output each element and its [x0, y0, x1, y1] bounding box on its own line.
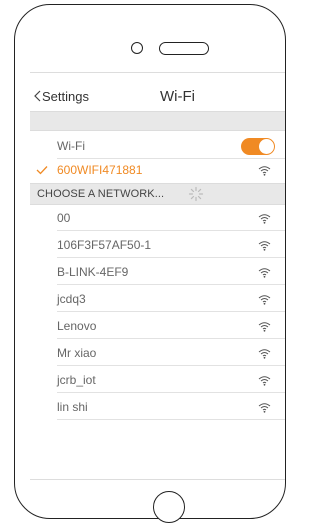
wifi-icon	[258, 214, 271, 224]
speaker	[159, 42, 209, 55]
divider	[57, 284, 285, 285]
screen: Settings Wi-Fi Wi-Fi 600WIFI471881 CHOOS…	[30, 72, 285, 480]
network-name: lin shi	[57, 400, 88, 414]
wifi-icon	[258, 403, 271, 413]
network-name: Mr xiao	[57, 346, 97, 360]
network-name: jcrb_iot	[57, 373, 96, 387]
wifi-toggle-row: Wi-Fi	[30, 135, 285, 159]
connected-network-row[interactable]: 600WIFI471881	[30, 159, 285, 183]
divider	[57, 338, 285, 339]
camera	[131, 42, 143, 54]
divider	[57, 365, 285, 366]
network-name: B-LINK-4EF9	[57, 265, 129, 279]
loading-spinner-icon	[188, 186, 204, 202]
section-label: CHOOSE A NETWORK...	[37, 188, 165, 200]
network-name: Lenovo	[57, 319, 97, 333]
wifi-icon	[258, 322, 271, 332]
divider	[57, 392, 285, 393]
network-row[interactable]: 106F3F57AF50-1	[30, 234, 285, 258]
wifi-icon	[258, 376, 271, 386]
network-name: 106F3F57AF50-1	[57, 238, 152, 252]
network-row[interactable]: 00	[30, 207, 285, 231]
divider	[57, 311, 285, 312]
network-row[interactable]: Mr xiao	[30, 342, 285, 366]
network-row[interactable]: jcdq3	[30, 288, 285, 312]
wifi-icon	[258, 295, 271, 305]
toggle-knob	[259, 139, 274, 154]
network-row[interactable]: jcrb_iot	[30, 369, 285, 393]
wifi-icon	[258, 241, 271, 251]
home-button[interactable]	[153, 491, 185, 523]
navigation-bar: Settings Wi-Fi	[30, 83, 285, 111]
network-name: 00	[57, 211, 71, 225]
spacer-bar	[30, 111, 285, 131]
connected-network-name: 600WIFI471881	[57, 163, 143, 177]
wifi-icon	[258, 166, 271, 176]
network-row[interactable]: Lenovo	[30, 315, 285, 339]
network-row[interactable]: lin shi	[30, 396, 285, 420]
page-title: Wi-Fi	[160, 88, 195, 105]
divider	[57, 257, 285, 258]
choose-network-header: CHOOSE A NETWORK...	[30, 183, 285, 205]
wifi-icon	[258, 268, 271, 278]
wifi-toggle[interactable]	[241, 138, 275, 155]
divider	[57, 230, 285, 231]
network-name: jcdq3	[57, 292, 86, 306]
wifi-icon	[258, 349, 271, 359]
network-row[interactable]: B-LINK-4EF9	[30, 261, 285, 285]
checkmark-icon	[36, 166, 48, 175]
divider	[57, 419, 285, 420]
wifi-toggle-label: Wi-Fi	[57, 139, 85, 153]
